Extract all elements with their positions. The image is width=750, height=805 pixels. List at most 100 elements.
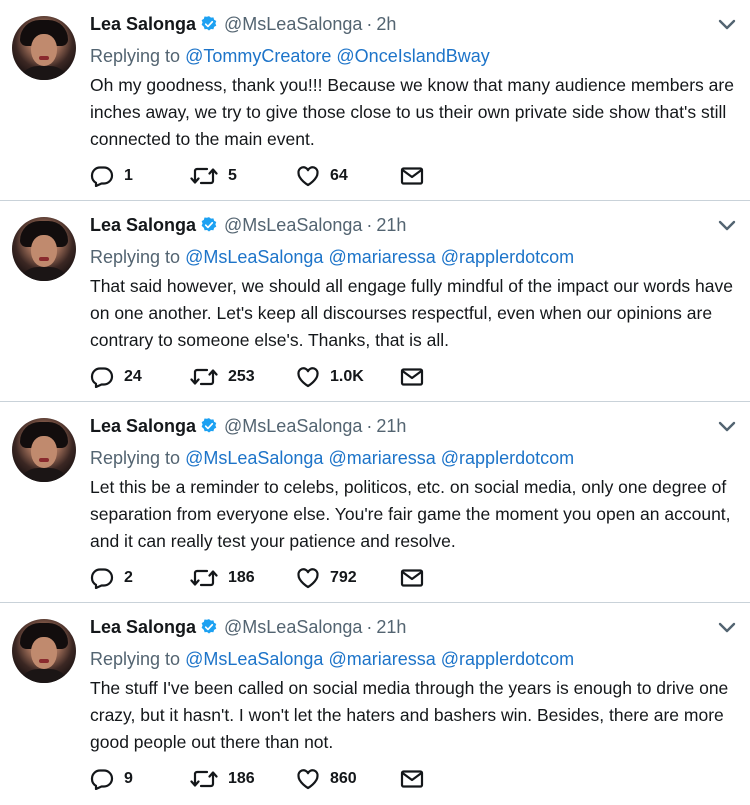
tweet-actions: 9 186 860	[90, 766, 424, 792]
tweet-header: Lea Salonga @MsLeaSalonga · 2h	[90, 12, 396, 36]
reply-button[interactable]: 2	[90, 567, 190, 589]
chevron-down-icon[interactable]	[718, 420, 736, 434]
display-name[interactable]: Lea Salonga	[90, 615, 196, 639]
user-handle[interactable]: @MsLeaSalonga	[224, 414, 362, 438]
mention-link[interactable]: @rapplerdotcom	[441, 649, 574, 669]
timestamp[interactable]: 21h	[376, 414, 406, 438]
timestamp[interactable]: 21h	[376, 615, 406, 639]
verified-badge-icon	[201, 217, 217, 232]
heart-icon	[297, 166, 319, 187]
tweet[interactable]: Lea Salonga @MsLeaSalonga · 2h Replying …	[0, 0, 750, 201]
chevron-down-icon[interactable]	[718, 219, 736, 233]
mention-link[interactable]: @mariaressa	[328, 649, 435, 669]
reply-button[interactable]: 24	[90, 366, 190, 388]
direct-message-button[interactable]	[400, 166, 424, 186]
mention-link[interactable]: @mariaressa	[328, 247, 435, 267]
like-button[interactable]: 64	[296, 165, 400, 187]
retweet-icon	[190, 569, 218, 587]
avatar[interactable]	[12, 619, 76, 683]
retweet-button[interactable]: 186	[190, 567, 296, 589]
display-name[interactable]: Lea Salonga	[90, 213, 196, 237]
avatar[interactable]	[12, 418, 76, 482]
reply-icon	[90, 769, 114, 790]
envelope-icon	[400, 368, 424, 386]
direct-message-button[interactable]	[400, 769, 424, 789]
mention-link[interactable]: @rapplerdotcom	[441, 448, 574, 468]
mention-link[interactable]: @MsLeaSalonga	[185, 649, 323, 669]
replying-to-label: Replying to	[90, 247, 181, 267]
reply-button[interactable]: 1	[90, 165, 190, 187]
user-handle[interactable]: @MsLeaSalonga	[224, 615, 362, 639]
timestamp[interactable]: 21h	[376, 213, 406, 237]
retweet-button[interactable]: 5	[190, 165, 296, 187]
replying-to-label: Replying to	[90, 649, 181, 669]
tweet[interactable]: Lea Salonga @MsLeaSalonga · 21h Replying…	[0, 201, 750, 402]
envelope-icon	[400, 569, 424, 587]
replying-to: Replying to @MsLeaSalonga @mariaressa @r…	[90, 245, 574, 269]
tweet-text: The stuff I've been called on social med…	[90, 678, 729, 752]
like-count: 860	[330, 770, 357, 787]
replying-to: Replying to @TommyCreatore @OnceIslandBw…	[90, 44, 490, 68]
tweet-actions: 2 186 792	[90, 565, 424, 591]
display-name[interactable]: Lea Salonga	[90, 414, 196, 438]
mention-link[interactable]: @mariaressa	[328, 448, 435, 468]
retweet-count: 186	[228, 770, 255, 787]
retweet-button[interactable]: 253	[190, 366, 296, 388]
reply-button[interactable]: 9	[90, 768, 190, 790]
tweet[interactable]: Lea Salonga @MsLeaSalonga · 21h Replying…	[0, 402, 750, 603]
mention-link[interactable]: @MsLeaSalonga	[185, 247, 323, 267]
reply-count: 1	[124, 167, 133, 184]
user-handle[interactable]: @MsLeaSalonga	[224, 12, 362, 36]
separator-dot: ·	[366, 617, 373, 637]
like-button[interactable]: 792	[296, 567, 400, 589]
heart-icon	[297, 367, 319, 388]
retweet-icon	[190, 770, 218, 788]
user-handle[interactable]: @MsLeaSalonga	[224, 213, 362, 237]
mention-link[interactable]: @TommyCreatore	[185, 46, 331, 66]
tweet-header: Lea Salonga @MsLeaSalonga · 21h	[90, 615, 406, 639]
retweet-icon	[190, 167, 218, 185]
envelope-icon	[400, 770, 424, 788]
tweet-header: Lea Salonga @MsLeaSalonga · 21h	[90, 213, 406, 237]
mention-link[interactable]: @MsLeaSalonga	[185, 448, 323, 468]
mention-link[interactable]: @rapplerdotcom	[441, 247, 574, 267]
heart-icon	[297, 769, 319, 790]
tweet-text: Let this be a reminder to celebs, politi…	[90, 477, 731, 551]
tweet[interactable]: Lea Salonga @MsLeaSalonga · 21h Replying…	[0, 603, 750, 805]
separator-dot: ·	[366, 14, 373, 34]
verified-badge-icon	[201, 418, 217, 433]
reply-icon	[90, 568, 114, 589]
display-name[interactable]: Lea Salonga	[90, 12, 196, 36]
reply-count: 9	[124, 770, 133, 787]
verified-badge-icon	[201, 16, 217, 31]
direct-message-button[interactable]	[400, 568, 424, 588]
like-count: 792	[330, 569, 357, 586]
replying-to: Replying to @MsLeaSalonga @mariaressa @r…	[90, 647, 574, 671]
tweet-actions: 1 5 64	[90, 163, 424, 189]
verified-badge-icon	[201, 619, 217, 634]
replying-to-label: Replying to	[90, 46, 181, 66]
like-count: 1.0K	[330, 368, 364, 385]
replying-to: Replying to @MsLeaSalonga @mariaressa @r…	[90, 446, 574, 470]
retweet-count: 5	[228, 167, 237, 184]
envelope-icon	[400, 167, 424, 185]
chevron-down-icon[interactable]	[718, 621, 736, 635]
reply-count: 24	[124, 368, 142, 385]
avatar[interactable]	[12, 16, 76, 80]
tweet-text: That said however, we should all engage …	[90, 276, 733, 350]
separator-dot: ·	[366, 416, 373, 436]
tweet-actions: 24 253 1.0K	[90, 364, 424, 390]
retweet-button[interactable]: 186	[190, 768, 296, 790]
retweet-count: 186	[228, 569, 255, 586]
separator-dot: ·	[366, 215, 373, 235]
tweet-feed: Lea Salonga @MsLeaSalonga · 2h Replying …	[0, 0, 750, 805]
direct-message-button[interactable]	[400, 367, 424, 387]
timestamp[interactable]: 2h	[376, 12, 396, 36]
reply-icon	[90, 166, 114, 187]
like-count: 64	[330, 167, 348, 184]
like-button[interactable]: 1.0K	[296, 366, 400, 388]
chevron-down-icon[interactable]	[718, 18, 736, 32]
avatar[interactable]	[12, 217, 76, 281]
mention-link[interactable]: @OnceIslandBway	[336, 46, 489, 66]
like-button[interactable]: 860	[296, 768, 400, 790]
